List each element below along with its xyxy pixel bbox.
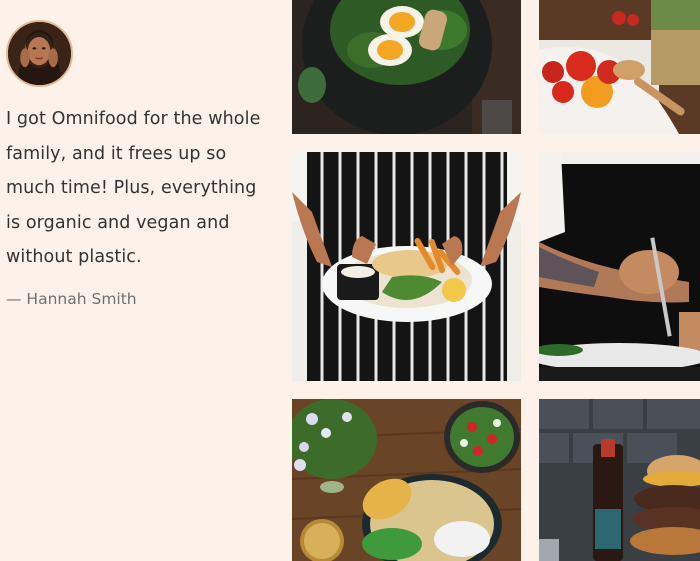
gallery-image-tomatoes (539, 0, 700, 134)
gallery-image-chef-plating (539, 152, 700, 381)
testimonial: I got Omnifood for the whole family, and… (0, 0, 292, 561)
testimonial-author: — Hannah Smith (6, 290, 137, 308)
gallery-image-chickpea-bowl (292, 399, 521, 561)
testimonial-quote: I got Omnifood for the whole family, and… (6, 109, 261, 267)
gallery-image-salad (292, 0, 521, 134)
customer-portrait-image (8, 22, 71, 85)
gallery-image-burger (539, 399, 700, 561)
gallery-image-chef-serving (292, 152, 521, 381)
customer-avatar (6, 20, 73, 87)
page: I got Omnifood for the whole family, and… (0, 0, 700, 561)
